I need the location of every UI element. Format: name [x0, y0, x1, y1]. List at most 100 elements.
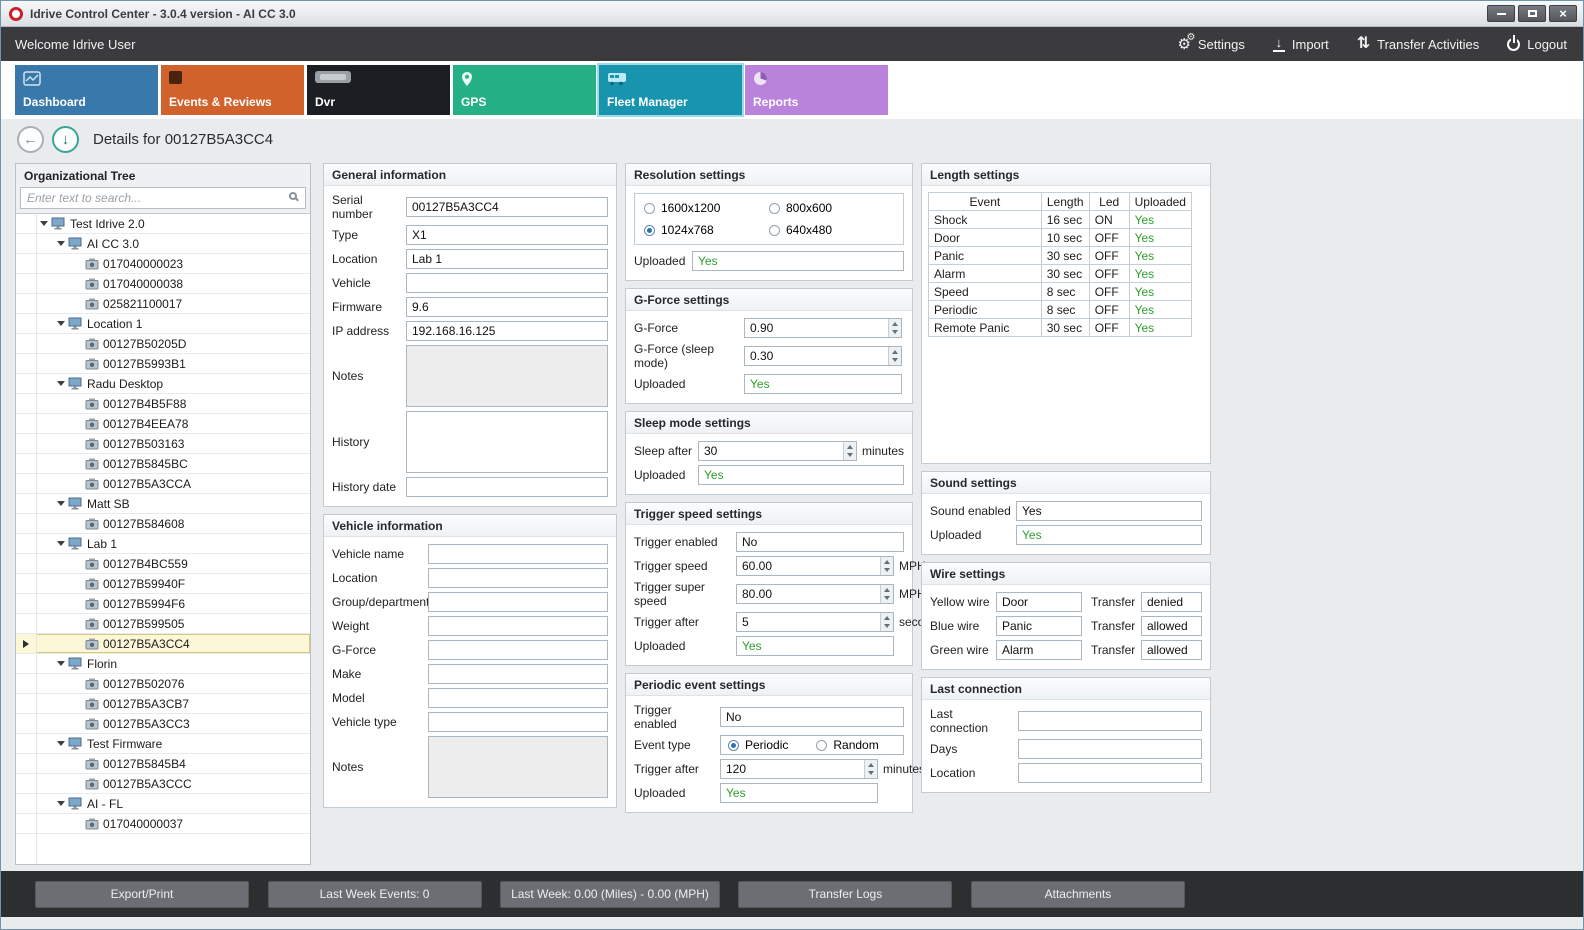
vehicle-name-input[interactable]	[428, 544, 608, 564]
tree-node-row[interactable]: Florin	[16, 654, 310, 674]
event-type-option[interactable]: Periodic	[728, 738, 788, 752]
resolution-option[interactable]: 640x480	[769, 223, 894, 237]
spinner-icon[interactable]	[880, 585, 893, 603]
table-row[interactable]: Shock 16 sec ON Yes	[929, 211, 1192, 229]
table-row[interactable]: Panic 30 sec OFF Yes	[929, 247, 1192, 265]
expander-icon[interactable]	[57, 741, 68, 746]
table-row[interactable]: Speed 8 sec OFF Yes	[929, 283, 1192, 301]
window-close-button[interactable]: ×	[1549, 5, 1577, 22]
tree-node-row[interactable]: Radu Desktop	[16, 374, 310, 394]
tab-events-reviews[interactable]: Events & Reviews	[161, 65, 304, 115]
tree-node-row[interactable]: 00127B5A3CCA	[16, 474, 310, 494]
settings-button[interactable]: ⚙⚙ Settings	[1177, 37, 1244, 52]
expander-icon[interactable]	[57, 381, 68, 386]
expander-icon[interactable]	[57, 801, 68, 806]
spinner-icon[interactable]	[888, 319, 901, 337]
tree-node-row[interactable]: 00127B5A3CC3	[16, 714, 310, 734]
tree-node-row[interactable]: 00127B59940F	[16, 574, 310, 594]
footer-button[interactable]: Last Week Events: 0	[268, 881, 482, 908]
scroll-down-button[interactable]: ↓	[52, 126, 79, 153]
notes-textarea[interactable]	[406, 345, 608, 407]
tree-node-row[interactable]: 00127B50205D	[16, 334, 310, 354]
expander-icon[interactable]	[57, 541, 68, 546]
spinner-icon[interactable]	[888, 347, 901, 365]
footer-button[interactable]: Last Week: 0.00 (Miles) - 0.00 (MPH)	[500, 881, 720, 908]
resolution-option[interactable]: 800x600	[769, 201, 894, 215]
tree-node-row[interactable]: 00127B5845B4	[16, 754, 310, 774]
tab-dvr[interactable]: Dvr	[307, 65, 450, 115]
model-input[interactable]	[428, 688, 608, 708]
tree-node-row[interactable]: Test Idrive 2.0	[16, 214, 310, 234]
resolution-option[interactable]: 1024x768	[644, 223, 769, 237]
tree-node-row[interactable]: 025821100017	[16, 294, 310, 314]
tab-fleet-manager[interactable]: Fleet Manager	[599, 65, 742, 115]
trigger-super-speed-input[interactable]	[736, 584, 894, 604]
last-location-input[interactable]	[1018, 763, 1202, 783]
tab-gps[interactable]: GPS	[453, 65, 596, 115]
vehicle-input[interactable]	[406, 273, 608, 293]
resolution-option[interactable]: 1600x1200	[644, 201, 769, 215]
table-row[interactable]: Periodic 8 sec OFF Yes	[929, 301, 1192, 319]
vehicle-notes-textarea[interactable]	[428, 736, 608, 798]
tree-node-row[interactable]: 00127B584608	[16, 514, 310, 534]
periodic-trigger-after-input[interactable]	[720, 759, 878, 779]
spinner-icon[interactable]	[864, 760, 877, 778]
tab-dashboard[interactable]: Dashboard	[15, 65, 158, 115]
days-input[interactable]	[1018, 739, 1202, 759]
tree-node-row[interactable]: 00127B5993B1	[16, 354, 310, 374]
tree-node-row[interactable]: AI - FL	[16, 794, 310, 814]
import-button[interactable]: ↓ Import	[1273, 36, 1329, 52]
tree-node-row[interactable]: 00127B4EEA78	[16, 414, 310, 434]
event-type-option[interactable]: Random	[816, 738, 878, 752]
table-row[interactable]: Remote Panic 30 sec OFF Yes	[929, 319, 1192, 337]
spinner-icon[interactable]	[880, 557, 893, 575]
table-row[interactable]: Alarm 30 sec OFF Yes	[929, 265, 1192, 283]
wire-event-input[interactable]	[996, 640, 1082, 660]
spinner-icon[interactable]	[843, 442, 856, 460]
history-date-input[interactable]	[406, 477, 608, 497]
periodic-trigger-enabled-input[interactable]	[720, 707, 904, 727]
sound-enabled-input[interactable]	[1016, 501, 1202, 521]
tree-node-row[interactable]: Location 1	[16, 314, 310, 334]
wire-transfer-input[interactable]	[1141, 592, 1202, 612]
expander-icon[interactable]	[57, 321, 68, 326]
tree-node-row[interactable]: 00127B4B5F88	[16, 394, 310, 414]
expander-icon[interactable]	[57, 501, 68, 506]
footer-button[interactable]: Attachments	[971, 881, 1185, 908]
firmware-input[interactable]	[406, 297, 608, 317]
tree-node-row[interactable]: 00127B5A3CB7	[16, 694, 310, 714]
tree-search-input[interactable]	[20, 187, 306, 209]
vehicle-gforce-input[interactable]	[428, 640, 608, 660]
footer-button[interactable]: Transfer Logs	[738, 881, 952, 908]
serial-number-input[interactable]	[406, 197, 608, 217]
tree-node-row[interactable]: 00127B502076	[16, 674, 310, 694]
gforce-input[interactable]	[744, 318, 902, 338]
tree-node-row[interactable]: Test Firmware	[16, 734, 310, 754]
back-button[interactable]: ←	[17, 126, 44, 153]
tab-reports[interactable]: Reports	[745, 65, 888, 115]
sleep-after-input[interactable]	[698, 441, 857, 461]
footer-button[interactable]: Export/Print	[35, 881, 249, 908]
tree-node-row[interactable]: 00127B4BC559	[16, 554, 310, 574]
location-input[interactable]	[406, 249, 608, 269]
last-connection-input[interactable]	[1018, 711, 1202, 731]
transfer-activities-button[interactable]: ⇅ Transfer Activities	[1357, 36, 1480, 52]
spinner-icon[interactable]	[880, 613, 893, 631]
tree-node-row[interactable]: 00127B503163	[16, 434, 310, 454]
vehicle-type-input[interactable]	[428, 712, 608, 732]
tree-node-row[interactable]: 00127B5A3CCC	[16, 774, 310, 794]
wire-transfer-input[interactable]	[1141, 640, 1202, 660]
tree-node-row[interactable]: 00127B5A3CC4	[16, 634, 310, 654]
wire-event-input[interactable]	[996, 616, 1082, 636]
expander-icon[interactable]	[57, 241, 68, 246]
tree-node-row[interactable]: Lab 1	[16, 534, 310, 554]
vehicle-location-input[interactable]	[428, 568, 608, 588]
weight-input[interactable]	[428, 616, 608, 636]
table-row[interactable]: Door 10 sec OFF Yes	[929, 229, 1192, 247]
expander-icon[interactable]	[57, 661, 68, 666]
wire-transfer-input[interactable]	[1141, 616, 1202, 636]
tree-node-row[interactable]: 017040000038	[16, 274, 310, 294]
window-maximize-button[interactable]	[1518, 5, 1546, 22]
tree-node-row[interactable]: AI CC 3.0	[16, 234, 310, 254]
tree-node-row[interactable]: 017040000037	[16, 814, 310, 834]
